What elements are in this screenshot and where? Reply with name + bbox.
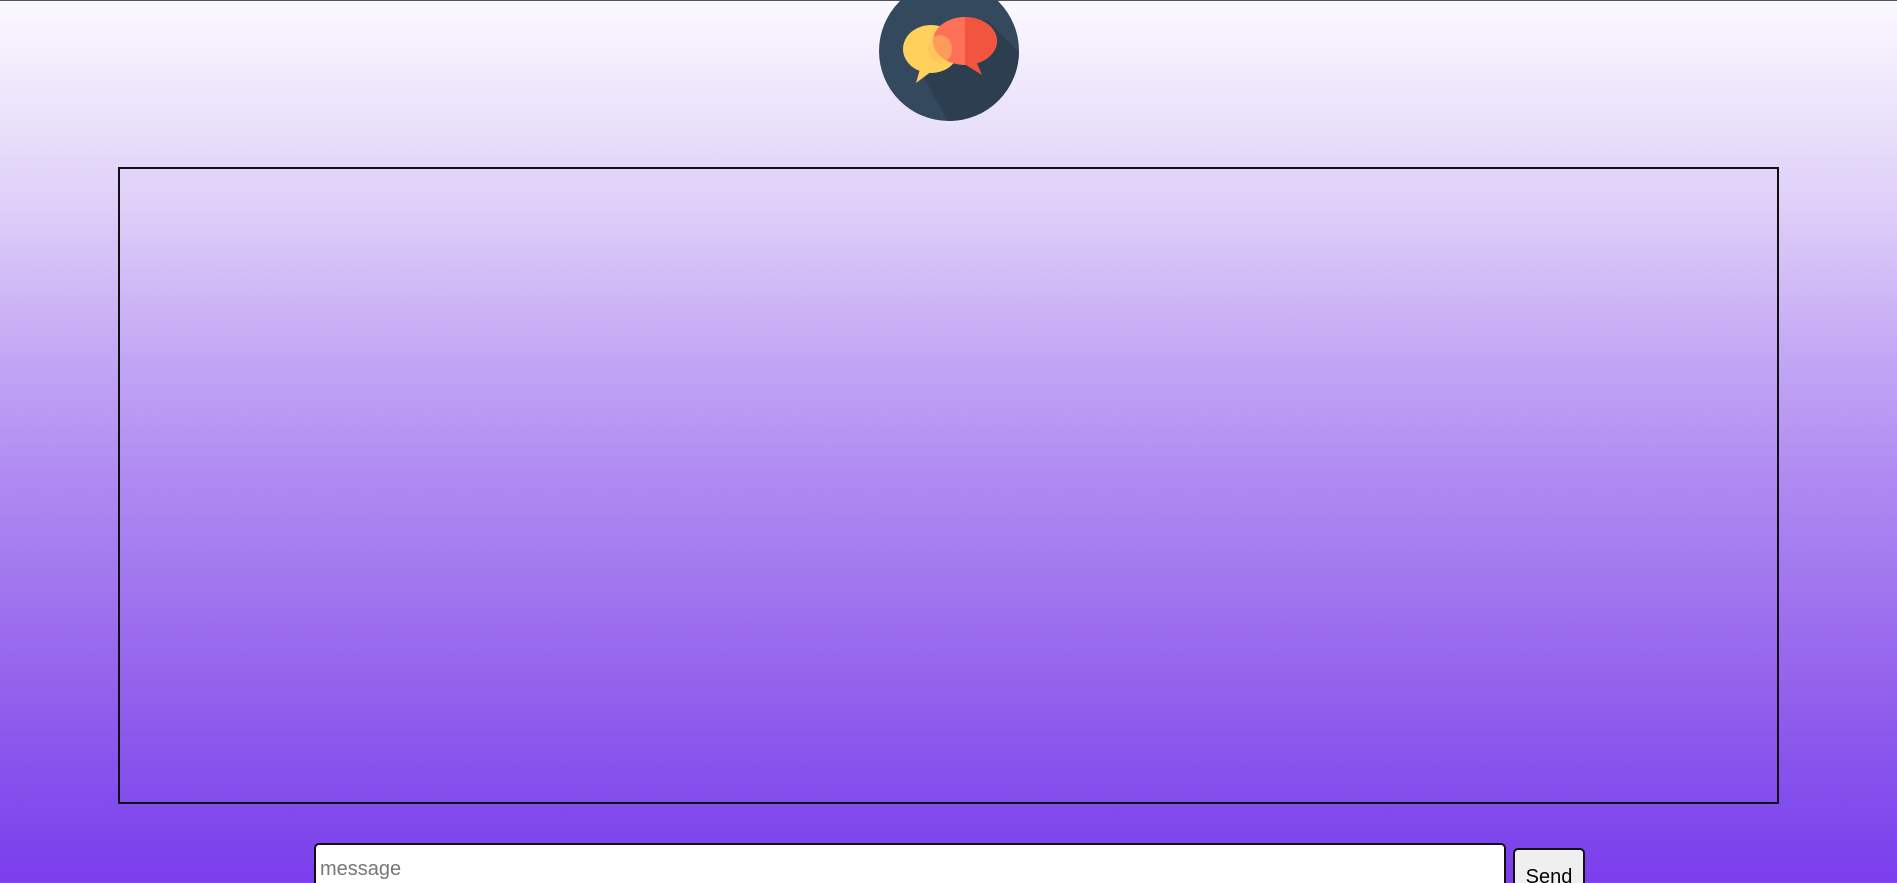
chat-messages-area[interactable] bbox=[118, 167, 1779, 804]
send-button[interactable]: Send bbox=[1513, 848, 1585, 883]
message-input[interactable] bbox=[314, 843, 1506, 883]
chat-logo bbox=[878, 0, 1020, 121]
chat-bubbles-icon bbox=[879, 0, 1019, 121]
